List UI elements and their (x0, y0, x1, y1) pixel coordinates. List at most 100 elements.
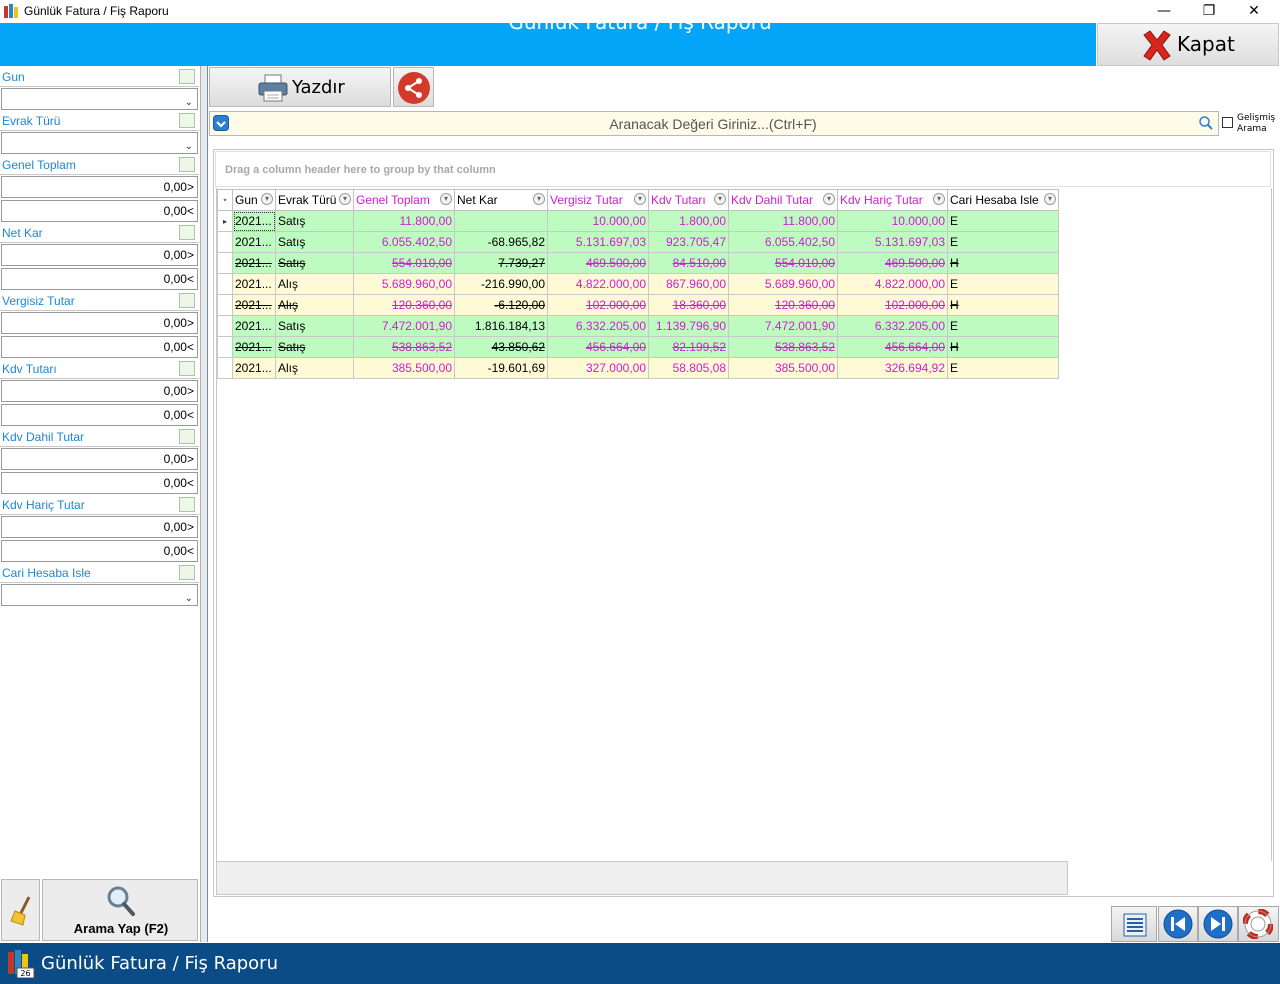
cell-evrak[interactable]: Alış (275, 357, 354, 379)
cell-kdv[interactable]: 867.960,00 (648, 273, 729, 295)
cell-vergisiz[interactable]: 4.822.000,00 (547, 273, 649, 295)
cell-genel[interactable]: 120.360,00 (353, 294, 455, 316)
cell-cari[interactable]: E (947, 273, 1059, 295)
net-kar-max-field[interactable]: 0,00< (1, 268, 198, 290)
cell-evrak[interactable]: Satış (275, 336, 354, 358)
table-row[interactable]: 2021... Satış 7.472.001,90 1.816.184,13 6.33… (217, 315, 1059, 337)
cell-dahil[interactable]: 6.055.402,50 (728, 231, 838, 253)
cell-evrak[interactable]: Satış (275, 210, 354, 232)
cell-dahil[interactable]: 385.500,00 (728, 357, 838, 379)
cell-vergisiz[interactable]: 10.000,00 (547, 210, 649, 232)
cell-gun[interactable]: 2021... (232, 336, 276, 358)
clear-filter-icon[interactable] (179, 293, 195, 308)
filter-icon[interactable]: ▾ (1044, 193, 1056, 205)
cell-cari[interactable]: E (947, 210, 1059, 232)
cell-kdv[interactable]: 18.360,00 (648, 294, 729, 316)
cell-net[interactable]: 1.816.184,13 (454, 315, 548, 337)
cell-vergisiz[interactable]: 5.131.697,03 (547, 231, 649, 253)
net-kar-min-field[interactable]: 0,00> (1, 244, 198, 266)
first-page-button[interactable] (1158, 906, 1198, 942)
cell-dahil[interactable]: 5.689.960,00 (728, 273, 838, 295)
cell-evrak[interactable]: Satış (275, 315, 354, 337)
filter-icon[interactable]: ▾ (823, 193, 835, 205)
filter-icon[interactable]: ▾ (714, 193, 726, 205)
cell-dahil[interactable]: 554.010,00 (728, 252, 838, 274)
table-row[interactable]: 2021... Alış 5.689.960,00 -216.990,00 4.822.… (217, 273, 1059, 295)
kdv-dahil-tutar-max-field[interactable]: 0,00< (1, 472, 198, 494)
row-indicator[interactable] (217, 357, 233, 379)
cell-vergisiz[interactable]: 102.000,00 (547, 294, 649, 316)
cell-vergisiz[interactable]: 456.664,00 (547, 336, 649, 358)
column-header-net-kar[interactable]: Net Kar ▾ (454, 189, 548, 211)
cell-cari[interactable]: H (947, 252, 1059, 274)
cell-evrak[interactable]: Alış (275, 294, 354, 316)
cell-haric[interactable]: 102.000,00 (837, 294, 948, 316)
last-page-button[interactable] (1198, 906, 1238, 942)
cell-dahil[interactable]: 538.863,52 (728, 336, 838, 358)
clear-filter-icon[interactable] (179, 225, 195, 240)
cell-net[interactable]: 43.850,62 (454, 336, 548, 358)
cell-gun[interactable]: 2021... (232, 210, 276, 232)
panel-splitter[interactable] (200, 66, 208, 942)
search-input[interactable]: Aranacak Değeri Giriniz...(Ctrl+F) (209, 111, 1219, 136)
clear-filter-icon[interactable] (179, 113, 195, 128)
clear-filter-icon[interactable] (179, 429, 195, 444)
cell-haric[interactable]: 4.822.000,00 (837, 273, 948, 295)
cell-vergisiz[interactable]: 469.500,00 (547, 252, 649, 274)
filter-icon[interactable]: ▾ (440, 193, 452, 205)
print-button[interactable]: Yazdır (209, 67, 391, 107)
table-row[interactable]: 2021... Alış 385.500,00 -19.601,69 327.000,0… (217, 357, 1059, 379)
clear-filter-icon[interactable] (179, 69, 195, 84)
table-row[interactable]: 2021... Alış 120.360,00 -6.120,00 102.000,00… (217, 294, 1059, 316)
filter-icon[interactable]: ▾ (261, 193, 273, 205)
cell-vergisiz[interactable]: 6.332.205,00 (547, 315, 649, 337)
column-header-kdv-haric-tutar[interactable]: Kdv Hariç Tutar ▾ (837, 189, 948, 211)
cell-dahil[interactable]: 7.472.001,90 (728, 315, 838, 337)
cell-haric[interactable]: 326.694,92 (837, 357, 948, 379)
row-indicator[interactable] (217, 252, 233, 274)
clear-filters-button[interactable] (1, 879, 40, 941)
cell-net[interactable] (454, 210, 548, 232)
cell-gun[interactable]: 2021... (232, 252, 276, 274)
cell-kdv[interactable]: 82.199,52 (648, 336, 729, 358)
row-indicator[interactable] (217, 294, 233, 316)
filter-icon[interactable]: ▾ (933, 193, 945, 205)
column-header-genel-toplam[interactable]: Genel Toplam ▾ (353, 189, 455, 211)
cell-genel[interactable]: 385.500,00 (353, 357, 455, 379)
cell-kdv[interactable]: 58.805,08 (648, 357, 729, 379)
evrak-turu-select[interactable]: ⌄ (1, 132, 198, 154)
column-header-gun[interactable]: Gun ▾ (232, 189, 276, 211)
vergisiz-tutar-max-field[interactable]: 0,00< (1, 336, 198, 358)
filter-icon[interactable]: ▾ (533, 193, 545, 205)
kdv-dahil-tutar-min-field[interactable]: 0,00> (1, 448, 198, 470)
share-button[interactable] (393, 67, 434, 107)
clear-filter-icon[interactable] (179, 361, 195, 376)
cell-dahil[interactable]: 120.360,00 (728, 294, 838, 316)
cell-cari[interactable]: E (947, 315, 1059, 337)
cell-genel[interactable]: 554.010,00 (353, 252, 455, 274)
cell-genel[interactable]: 7.472.001,90 (353, 315, 455, 337)
cell-evrak[interactable]: Alış (275, 273, 354, 295)
genel-toplam-max-field[interactable]: 0,00< (1, 200, 198, 222)
column-header-vergisiz-tutar[interactable]: Vergisiz Tutar ▾ (547, 189, 649, 211)
vergisiz-tutar-min-field[interactable]: 0,00> (1, 312, 198, 334)
cell-gun[interactable]: 2021... (232, 357, 276, 379)
cell-haric[interactable]: 5.131.697,03 (837, 231, 948, 253)
cell-cari[interactable]: H (947, 336, 1059, 358)
cell-genel[interactable]: 11.800,00 (353, 210, 455, 232)
cell-genel[interactable]: 6.055.402,50 (353, 231, 455, 253)
cell-net[interactable]: -216.990,00 (454, 273, 548, 295)
table-row[interactable]: 2021... Satış 538.863,52 43.850,62 456.664,0… (217, 336, 1059, 358)
gun-select[interactable]: ⌄ (1, 88, 198, 110)
help-button[interactable] (1238, 906, 1279, 942)
filter-icon[interactable]: ▾ (634, 193, 646, 205)
cell-net[interactable]: -6.120,00 (454, 294, 548, 316)
column-header-evrak-turu[interactable]: Evrak Türü ▾ (275, 189, 354, 211)
cell-cari[interactable]: H (947, 294, 1059, 316)
column-header-kdv-tutari[interactable]: Kdv Tutarı ▾ (648, 189, 729, 211)
search-button[interactable]: Arama Yap (F2) (42, 879, 198, 941)
cell-haric[interactable]: 456.664,00 (837, 336, 948, 358)
cell-net[interactable]: -19.601,69 (454, 357, 548, 379)
cell-gun[interactable]: 2021... (232, 273, 276, 295)
cell-haric[interactable]: 6.332.205,00 (837, 315, 948, 337)
